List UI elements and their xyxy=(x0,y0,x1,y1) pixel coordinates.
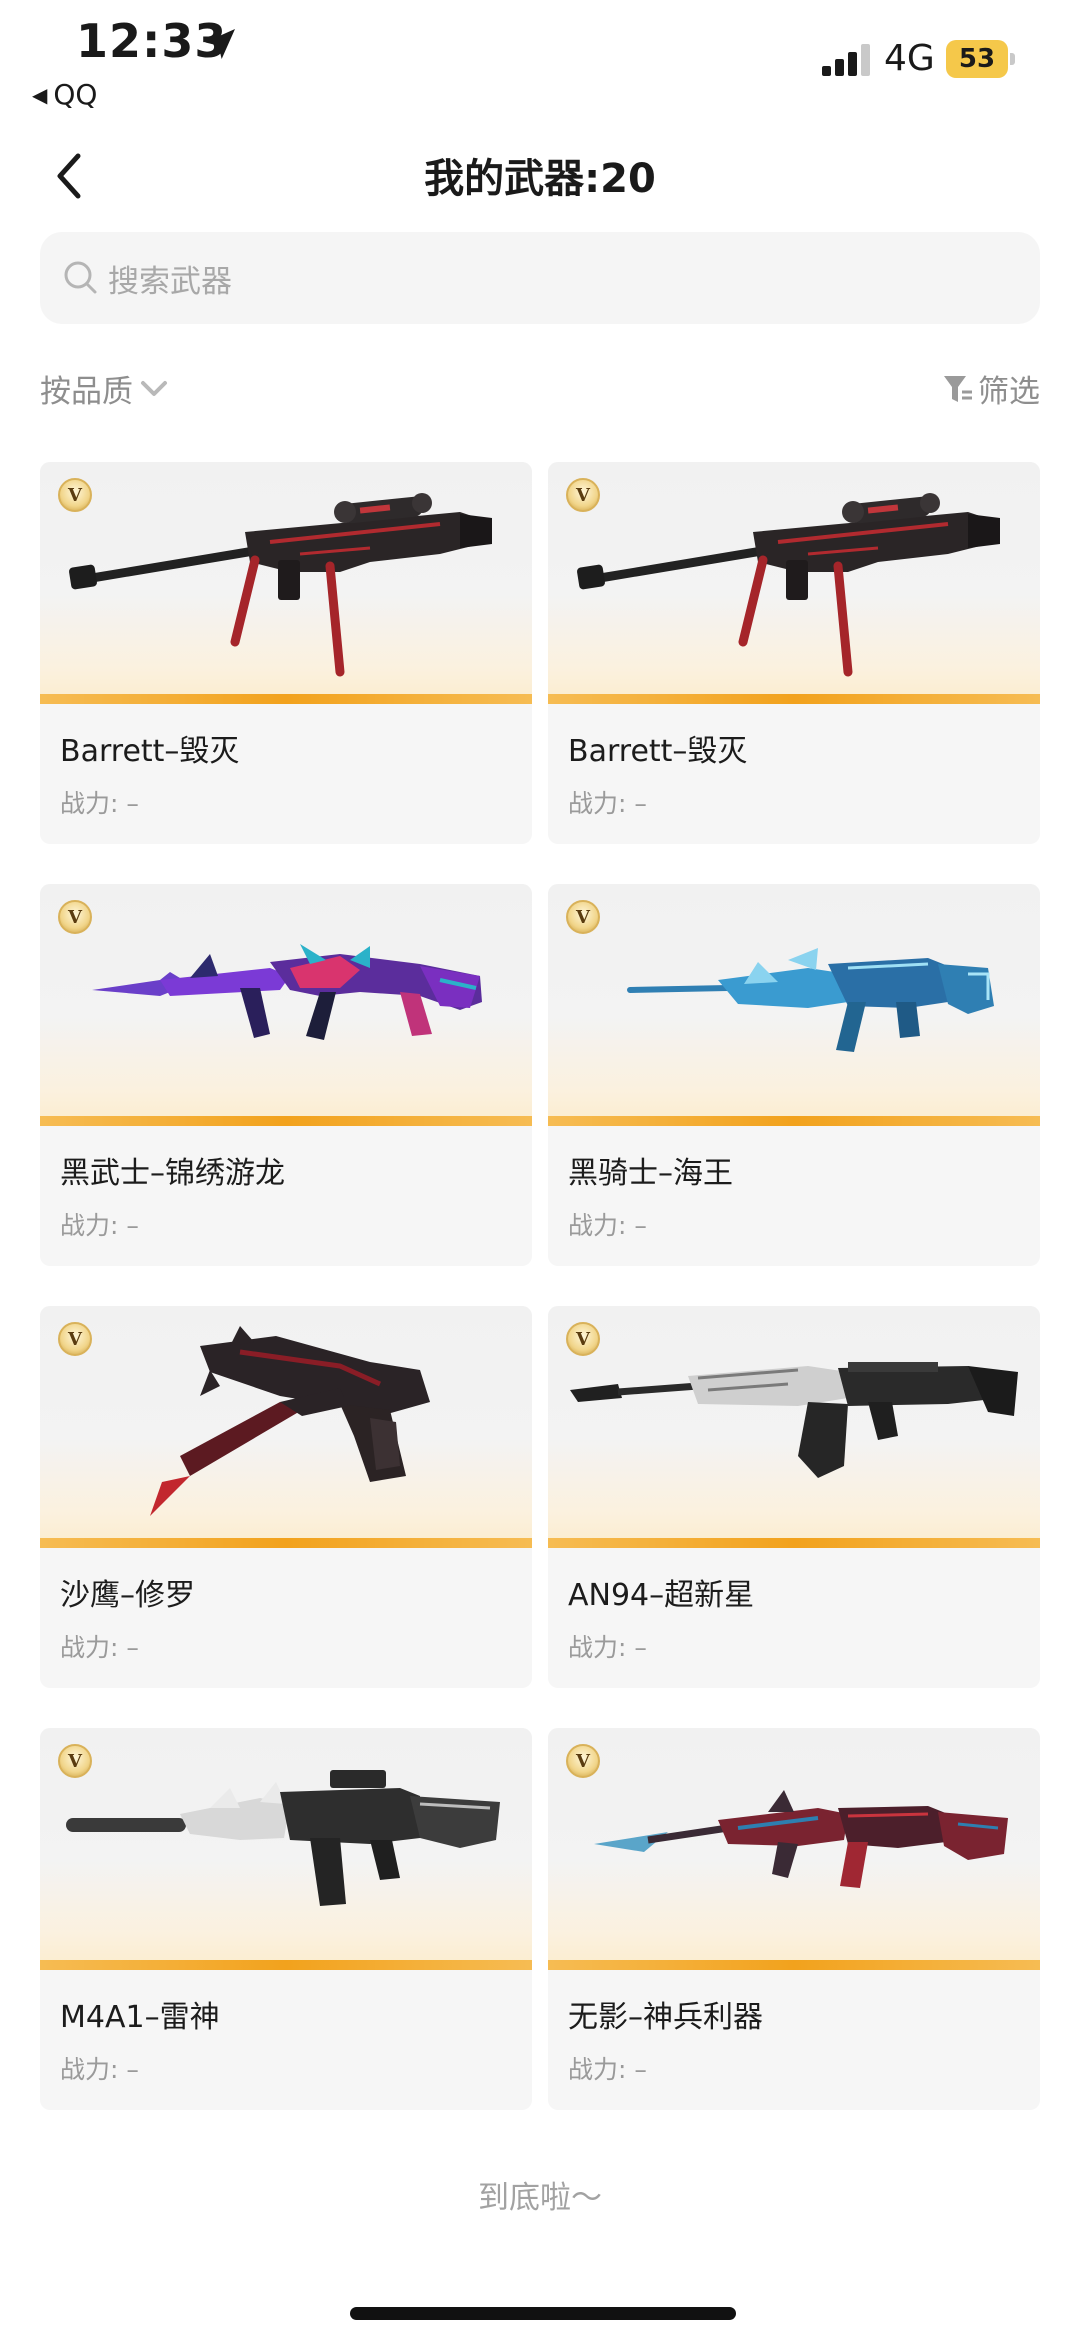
weapon-power: 战力: – xyxy=(60,789,139,818)
weapon-card[interactable]: V 沙鹰–修罗 战力: – xyxy=(40,1306,532,1688)
weapon-name: 黑骑士–海王 xyxy=(568,1156,733,1191)
vip-badge-icon: V xyxy=(566,478,600,512)
vip-badge-icon: V xyxy=(566,1322,600,1356)
sort-by-quality-button[interactable]: 按品质 xyxy=(40,366,169,411)
filter-funnel-icon xyxy=(944,375,972,402)
assault-rifle-icon xyxy=(570,1362,1018,1478)
cellular-signal-icon xyxy=(822,44,870,76)
end-of-list-text: 到底啦～ xyxy=(478,2180,602,2216)
weapon-power: 战力: – xyxy=(60,2055,139,2084)
weapon-name: 沙鹰–修罗 xyxy=(60,1578,195,1613)
page-title: 我的武器:20 xyxy=(424,156,656,202)
assault-rifle-icon xyxy=(92,944,482,1040)
vip-badge-icon: V xyxy=(58,1322,92,1356)
home-indicator[interactable] xyxy=(350,2307,736,2320)
assault-rifle-icon xyxy=(66,1770,500,1906)
weapon-card[interactable]: V 黑武士–锦绣游龙 战力: – xyxy=(40,884,532,1266)
vip-badge-icon: V xyxy=(58,478,92,512)
status-bar: 12:33 ◀ QQ 4G 53 xyxy=(0,0,1080,120)
network-type: 4G xyxy=(884,38,935,79)
weapon-card[interactable]: V AN94–超新星 战力: – xyxy=(548,1306,1040,1688)
weapon-card[interactable]: V 无影–神兵利器 战力: – xyxy=(548,1728,1040,2110)
vip-badge-icon: V xyxy=(566,1744,600,1778)
assault-rifle-icon xyxy=(627,948,994,1052)
location-arrow-icon xyxy=(205,29,235,59)
sniper-rifle-icon xyxy=(69,493,492,677)
sort-label: 按品质 xyxy=(40,374,133,410)
weapon-power: 战力: – xyxy=(60,1211,139,1240)
weapon-card[interactable]: V M4A1–雷神 战力: – xyxy=(40,1728,532,2110)
back-app-label: QQ xyxy=(53,78,98,111)
weapon-power: 战力: – xyxy=(60,1633,139,1662)
search-input[interactable]: 搜索武器 xyxy=(40,232,1040,324)
assault-rifle-icon xyxy=(594,1790,1008,1888)
weapon-name: Barrett–毁灭 xyxy=(60,734,240,769)
battery-level: 53 xyxy=(946,40,1008,78)
vip-badge-icon: V xyxy=(58,900,92,934)
weapon-card[interactable]: V 黑骑士–海王 战力: – xyxy=(548,884,1040,1266)
weapon-name: M4A1–雷神 xyxy=(60,2000,220,2035)
weapon-power: 战力: – xyxy=(568,1633,647,1662)
back-to-app-link[interactable]: ◀ QQ xyxy=(32,78,97,111)
weapon-name: AN94–超新星 xyxy=(568,1578,755,1613)
weapon-power: 战力: – xyxy=(568,789,647,818)
weapon-power: 战力: – xyxy=(568,2055,647,2084)
weapon-card[interactable]: V Barrett–毁灭 战力: – xyxy=(548,462,1040,844)
weapon-grid: V Barrett–毁灭 战力: – V Barrett–毁灭 战力: – V … xyxy=(40,462,1040,2110)
weapon-name: 无影–神兵利器 xyxy=(568,2000,763,2035)
battery-tip xyxy=(1010,53,1015,65)
weapon-name: 黑武士–锦绣游龙 xyxy=(60,1156,285,1191)
chevron-down-icon xyxy=(141,380,167,396)
vip-badge-icon: V xyxy=(566,900,600,934)
battery-indicator: 53 xyxy=(946,40,1016,78)
filter-label: 筛选 xyxy=(978,374,1040,410)
vip-badge-icon: V xyxy=(58,1744,92,1778)
weapon-name: Barrett–毁灭 xyxy=(568,734,748,769)
search-icon xyxy=(64,261,97,294)
sniper-rifle-icon xyxy=(577,493,1000,677)
weapon-card[interactable]: V Barrett–毁灭 战力: – xyxy=(40,462,532,844)
page-header: 我的武器:20 xyxy=(0,130,1080,222)
back-triangle-icon: ◀ xyxy=(32,82,48,107)
sort-filter-row: 按品质 筛选 xyxy=(40,360,1040,416)
filter-button[interactable]: 筛选 xyxy=(942,366,1040,411)
weapon-power: 战力: – xyxy=(568,1211,647,1240)
pistol-icon xyxy=(150,1326,430,1516)
search-placeholder: 搜索武器 xyxy=(108,263,232,300)
